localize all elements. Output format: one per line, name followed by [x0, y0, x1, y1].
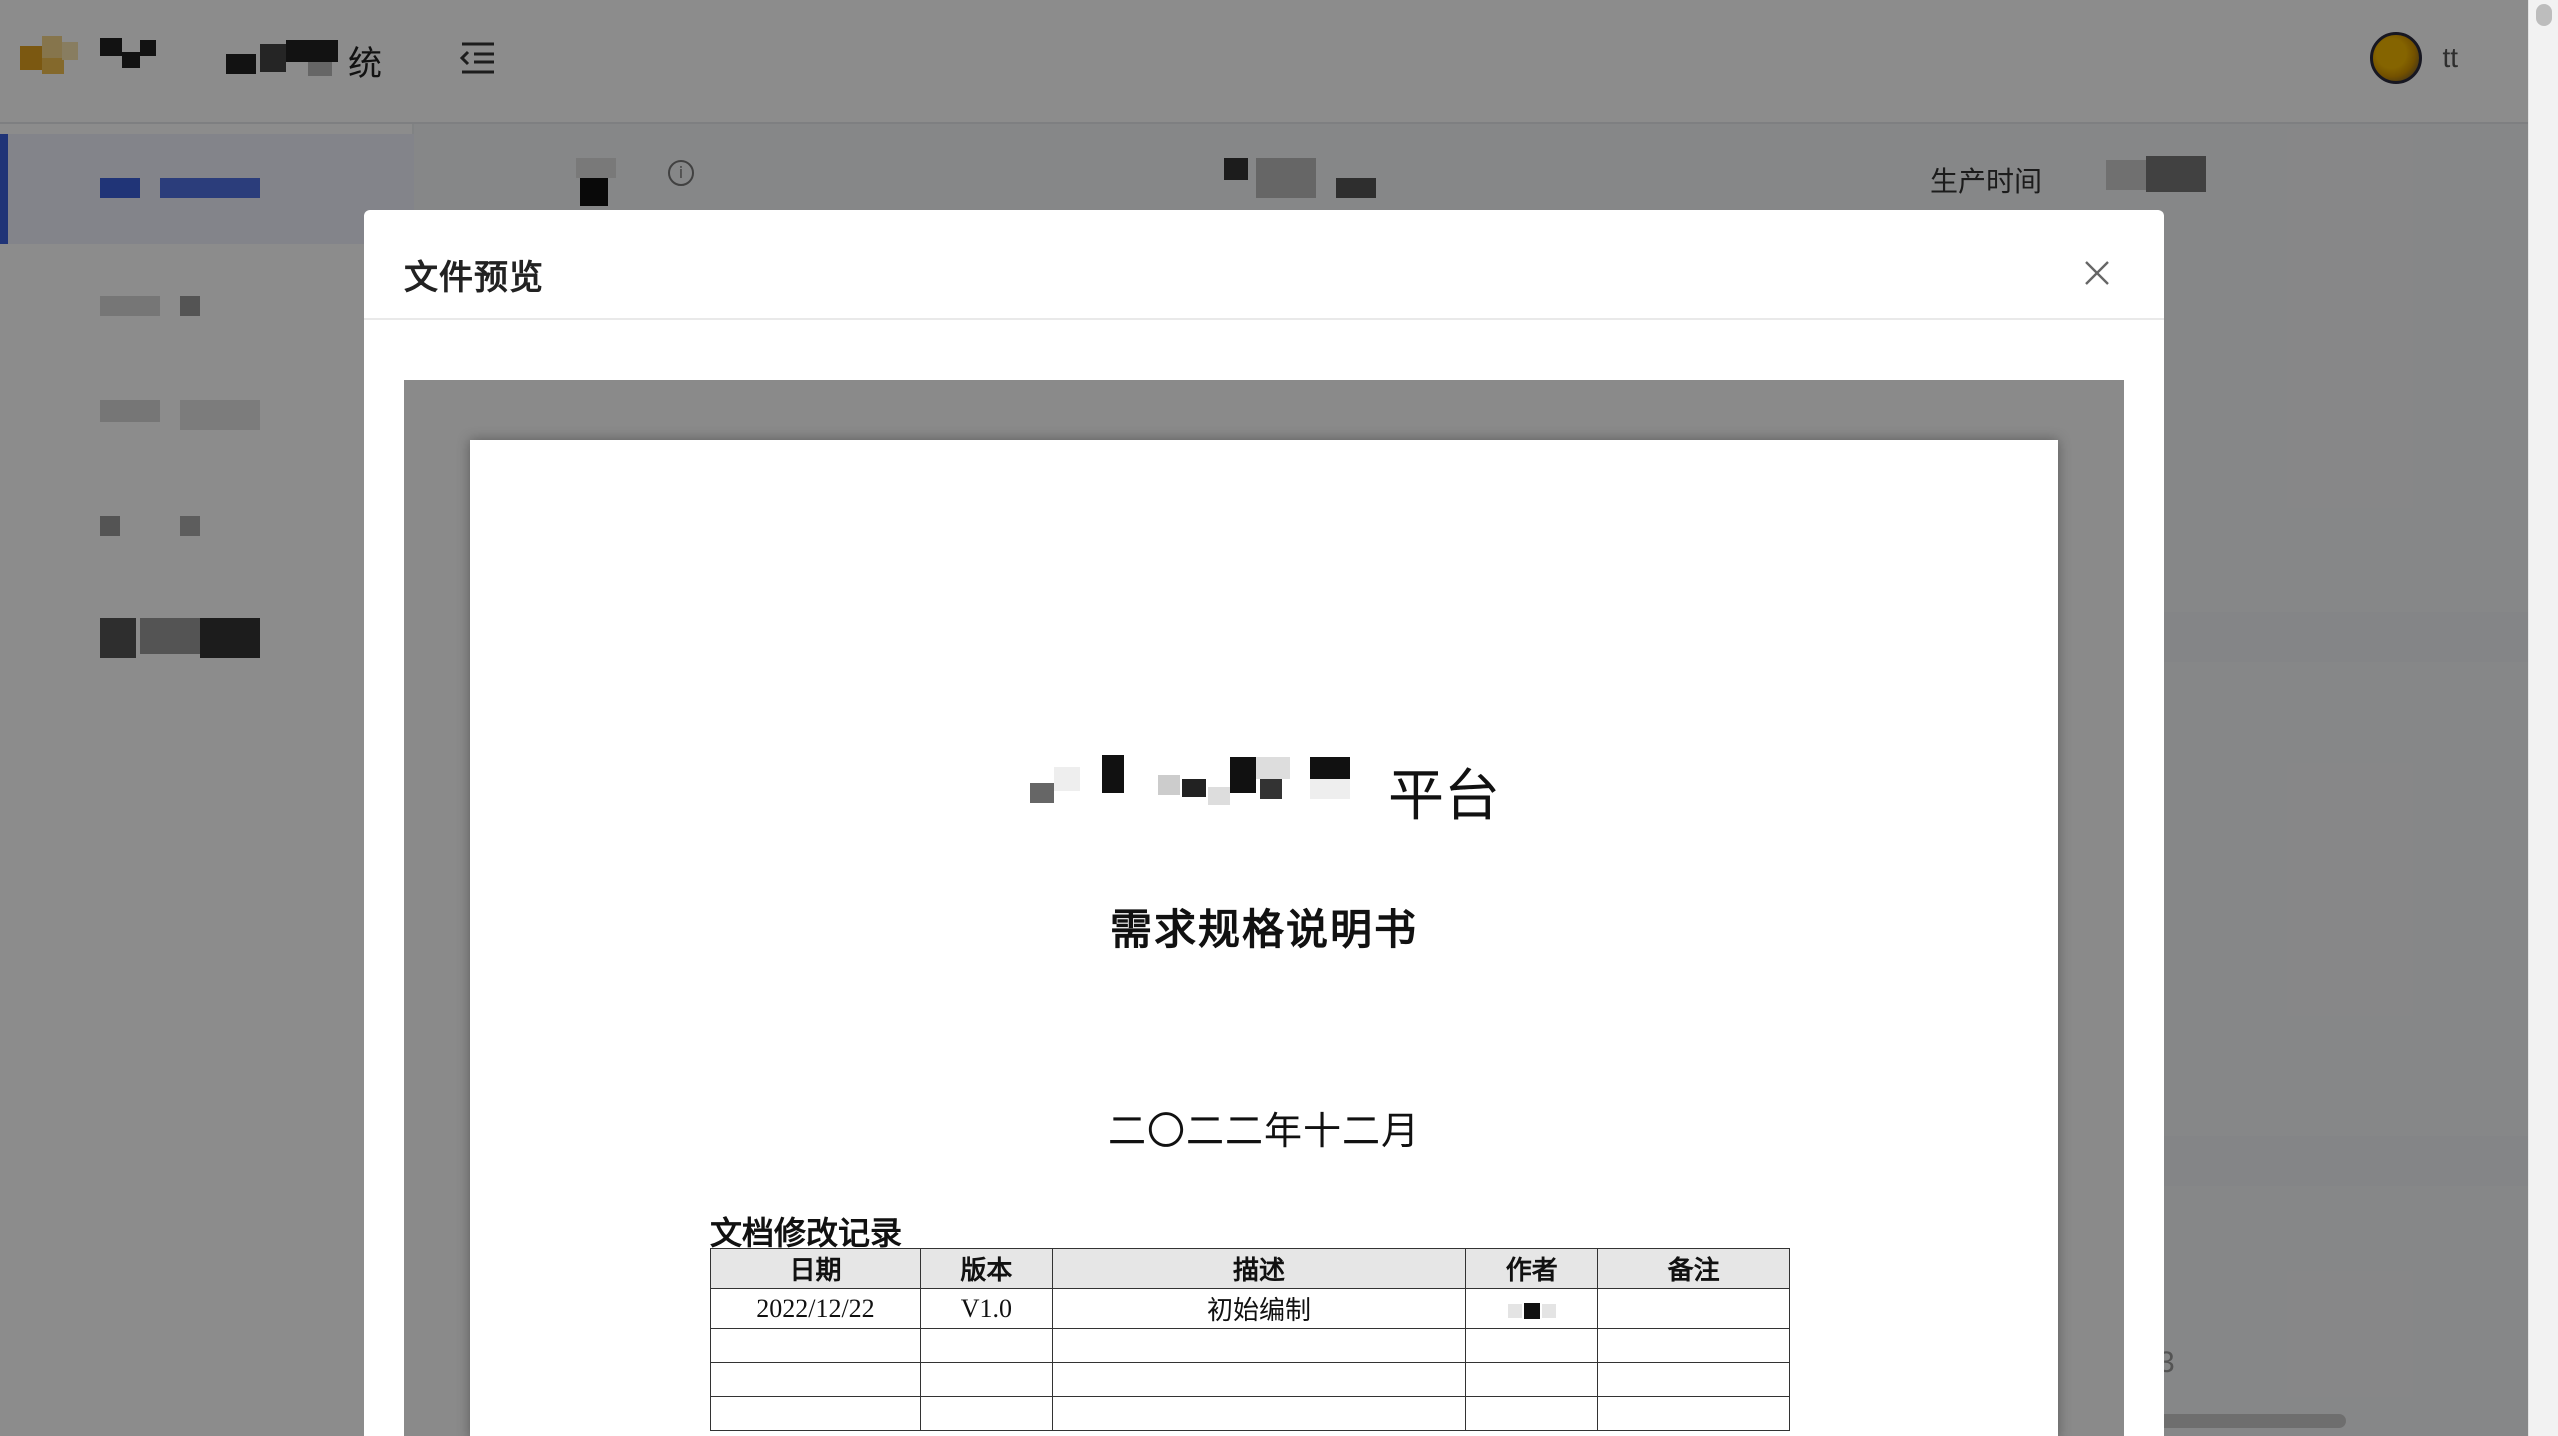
cell-version — [919, 1362, 1053, 1397]
close-icon[interactable] — [2082, 258, 2112, 288]
vertical-scrollbar[interactable] — [2528, 0, 2558, 1436]
cell-author — [1465, 1362, 1599, 1397]
table-row — [710, 1396, 1790, 1431]
document-title-suffix: 平台 — [1388, 764, 1500, 829]
cell-description: 初始编制 — [1051, 1288, 1467, 1329]
cell-description — [1051, 1362, 1467, 1397]
file-preview-modal: 文件预览 平台 需求规格说明书 二〇二二年十二月 文档修改记录 日期 版本 描述… — [364, 210, 2164, 1436]
cell-remark — [1597, 1362, 1790, 1397]
column-header-description: 描述 — [1051, 1248, 1467, 1289]
document-page: 平台 需求规格说明书 二〇二二年十二月 文档修改记录 日期 版本 描述 作者 备… — [470, 440, 2058, 1436]
document-subtitle: 需求规格说明书 — [1109, 905, 1418, 954]
document-title: 平台 — [470, 755, 2058, 835]
column-header-author: 作者 — [1465, 1248, 1599, 1289]
cell-version — [919, 1396, 1053, 1431]
cell-version — [919, 1328, 1053, 1363]
table-row — [710, 1362, 1790, 1397]
column-header-version: 版本 — [919, 1248, 1053, 1289]
modal-title: 文件预览 — [404, 258, 544, 298]
cell-author — [1465, 1328, 1599, 1363]
cell-version: V1.0 — [919, 1288, 1053, 1329]
modal-header: 文件预览 — [364, 210, 2164, 320]
cell-date — [710, 1328, 921, 1363]
vertical-scrollbar-thumb[interactable] — [2536, 4, 2552, 26]
cell-remark — [1597, 1396, 1790, 1431]
cell-date — [710, 1396, 921, 1431]
table-row: 2022/12/22 V1.0 初始编制 — [710, 1288, 1790, 1329]
revision-table: 日期 版本 描述 作者 备注 2022/12/22 V1.0 初始编制 — [710, 1248, 1790, 1431]
column-header-remark: 备注 — [1597, 1248, 1790, 1289]
document-date: 二〇二二年十二月 — [1107, 1109, 1420, 1153]
cell-description — [1051, 1396, 1467, 1431]
cell-remark — [1597, 1288, 1790, 1329]
column-header-date: 日期 — [710, 1248, 921, 1289]
cell-author-redacted — [1465, 1288, 1599, 1329]
document-viewer[interactable]: 平台 需求规格说明书 二〇二二年十二月 文档修改记录 日期 版本 描述 作者 备… — [404, 380, 2124, 1436]
table-row — [710, 1328, 1790, 1363]
cell-date — [710, 1362, 921, 1397]
cell-author — [1465, 1396, 1599, 1431]
cell-date: 2022/12/22 — [710, 1288, 921, 1329]
revision-table-header: 日期 版本 描述 作者 备注 — [710, 1248, 1790, 1289]
cell-description — [1051, 1328, 1467, 1363]
cell-remark — [1597, 1328, 1790, 1363]
